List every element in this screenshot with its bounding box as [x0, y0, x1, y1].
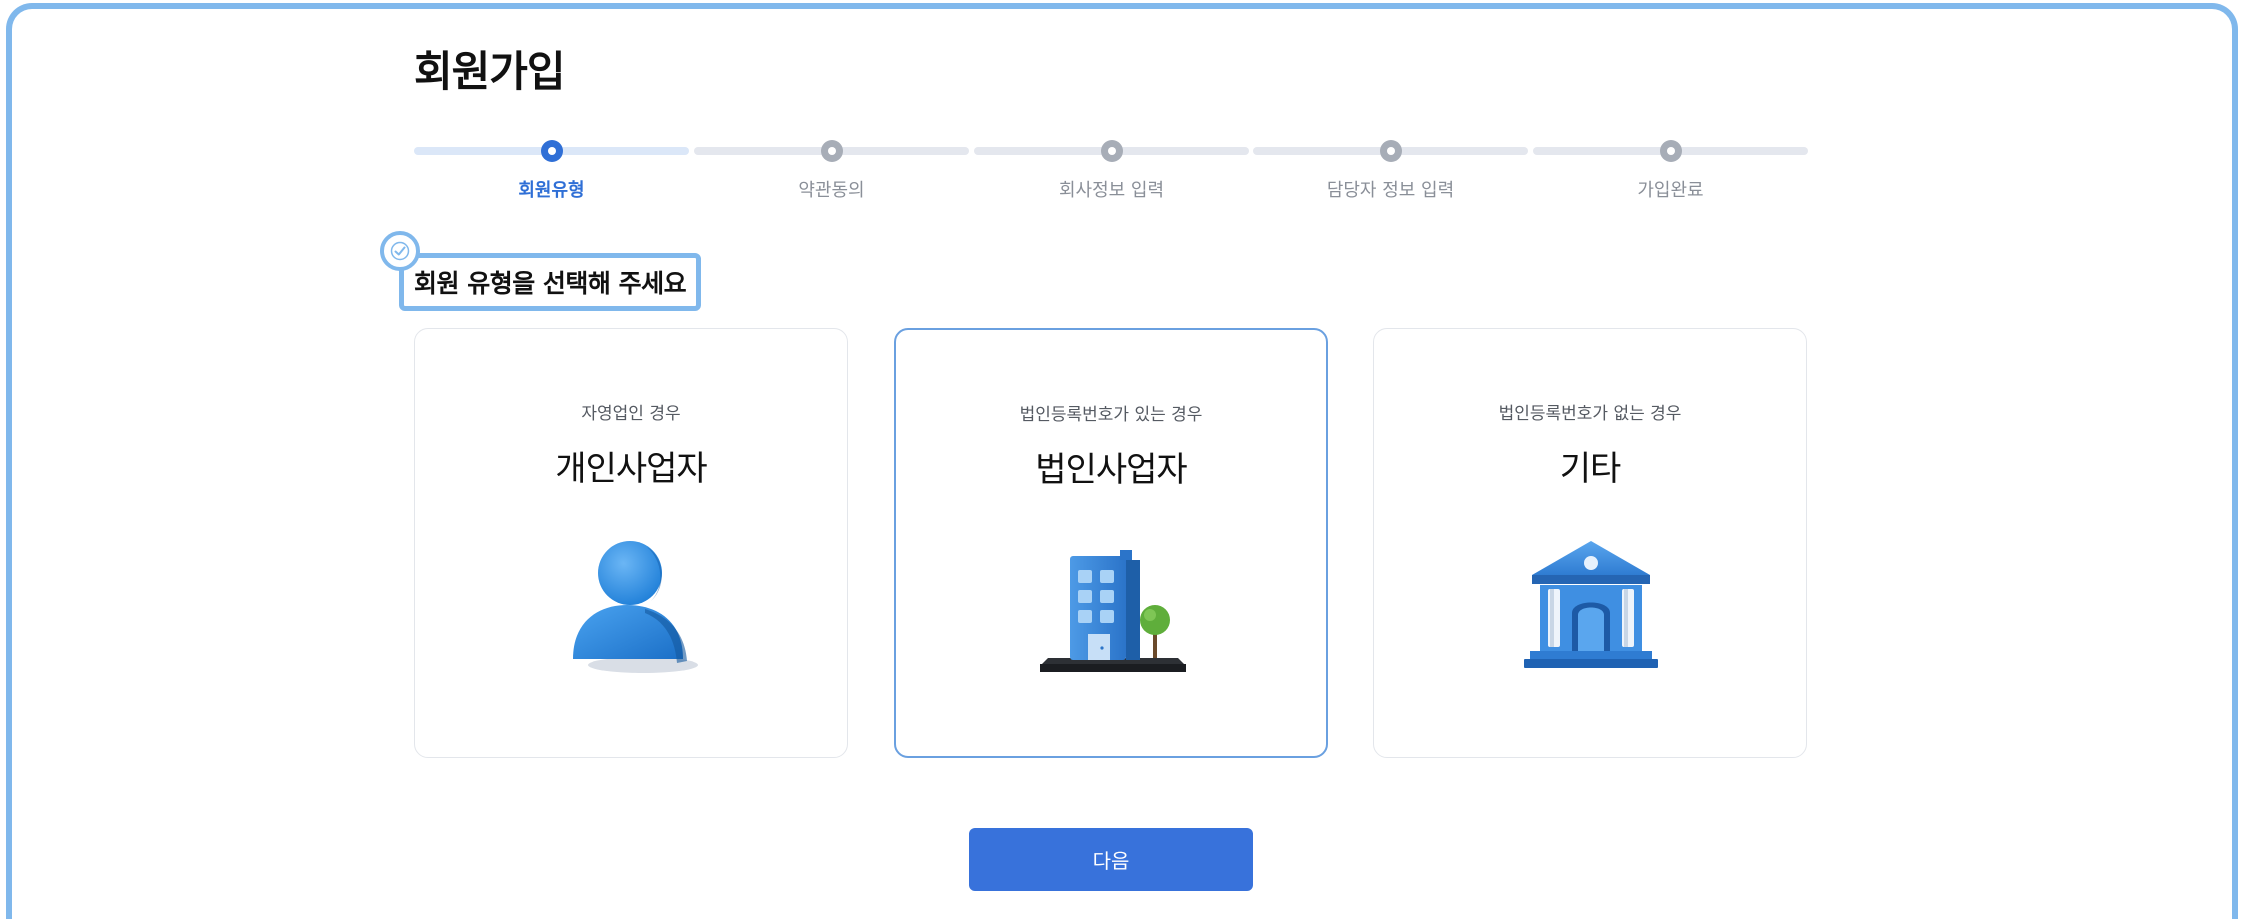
- card-title: 기타: [1559, 449, 1622, 489]
- page-title: 회원가입: [414, 47, 566, 96]
- step-manager-info: 담당자 정보 입력: [1253, 138, 1528, 208]
- step-label: 약관동의: [798, 180, 865, 201]
- step-label: 회원유형: [518, 180, 585, 201]
- office-building-icon: [1028, 530, 1198, 680]
- card-title: 법인사업자: [1035, 450, 1187, 490]
- step-company-info: 회사정보 입력: [974, 138, 1249, 208]
- person-icon: [547, 529, 717, 679]
- card-subtitle: 법인등록번호가 있는 경우: [1019, 405, 1203, 425]
- step-member-type: 회원유형: [414, 138, 689, 208]
- card-subtitle: 법인등록번호가 없는 경우: [1498, 404, 1682, 424]
- section-heading-box: 회원 유형을 선택해 주세요: [399, 253, 702, 311]
- institution-building-icon: [1506, 529, 1676, 679]
- checkmark-icon: [380, 231, 420, 271]
- step-dot: [820, 140, 843, 162]
- card-corporate-business[interactable]: 법인등록번호가 있는 경우 법인사업자: [894, 328, 1328, 758]
- step-dot-active: [540, 140, 563, 162]
- step-dot: [1100, 140, 1123, 162]
- card-other[interactable]: 법인등록번호가 없는 경우 기타: [1373, 328, 1807, 758]
- step-dot: [1379, 140, 1402, 162]
- signup-stepper: 회원유형 약관동의 회사정보 입력 담당자 정보 입력 가입완료: [414, 138, 1808, 208]
- next-button[interactable]: 다음: [969, 828, 1253, 891]
- step-label: 회사정보 입력: [1058, 180, 1165, 201]
- card-individual-business[interactable]: 자영업인 경우 개인사업자: [414, 328, 848, 758]
- step-complete: 가입완료: [1533, 138, 1808, 208]
- step-label: 가입완료: [1637, 180, 1704, 201]
- card-title: 개인사업자: [555, 449, 707, 489]
- step-terms: 약관동의: [694, 138, 969, 208]
- step-dot: [1659, 140, 1682, 162]
- card-subtitle: 자영업인 경우: [581, 404, 681, 424]
- section-heading: 회원 유형을 선택해 주세요: [414, 269, 687, 298]
- step-label: 담당자 정보 입력: [1326, 180, 1455, 201]
